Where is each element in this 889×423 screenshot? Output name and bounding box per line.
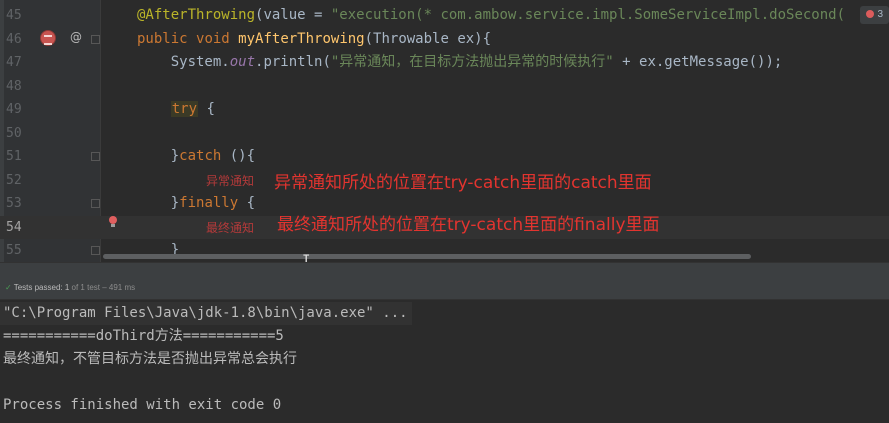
console-line: Process finished with exit code 0 — [3, 397, 282, 413]
line-number: 51 — [6, 149, 22, 164]
code-text[interactable]: }finally { — [137, 192, 255, 216]
code-token: (Throwable ex){ — [364, 30, 492, 47]
code-token: "execution(* com.ambow.service.impl.Some… — [330, 7, 846, 23]
test-status-bar: ✓ Tests passed: 1 of 1 test – 491 ms — [0, 276, 889, 300]
code-token: (value = — [255, 7, 331, 23]
horizontal-scrollbar[interactable] — [103, 254, 751, 259]
code-line[interactable]: 47 System.out.println("异常通知，在目标方法抛出异常的时候… — [0, 51, 889, 75]
code-line[interactable]: 49 try { — [0, 98, 889, 122]
code-token: } — [137, 195, 180, 211]
console-line: ===========doThird方法===========5 — [3, 328, 284, 344]
line-number: 48 — [6, 78, 22, 94]
line-number: 50 — [6, 125, 22, 141]
fold-marker-icon[interactable] — [91, 152, 100, 161]
code-token: public — [137, 30, 197, 47]
code-token: finally — [179, 195, 239, 211]
fold-marker-icon[interactable] — [91, 246, 100, 255]
inspection-widget[interactable]: 3 — [860, 6, 889, 24]
code-token: catch — [179, 148, 222, 164]
finally-note: 最终通知所处的位置在try-catch里面的finally里面 — [277, 215, 660, 235]
error-icon — [866, 10, 875, 18]
text-cursor-icon: I — [302, 253, 311, 262]
line-number: 47 — [6, 55, 22, 70]
code-token: .println( — [255, 54, 331, 70]
code-token: System. — [137, 54, 230, 70]
code-text[interactable]: try { — [137, 98, 215, 122]
code-editor[interactable]: 45 @AfterThrowing(value = "execution(* co… — [0, 0, 889, 262]
code-line[interactable]: 51 }catch (){ — [0, 145, 889, 169]
overriding-method-icon[interactable] — [40, 30, 56, 46]
code-token: "异常通知，在目标方法抛出异常的时候执行" — [330, 54, 614, 70]
test-status-label: Tests passed: 1 — [13, 283, 70, 292]
code-token: + ex.getMessage()); — [613, 54, 783, 70]
code-token: out — [229, 54, 256, 70]
annotation-marker-icon[interactable]: @ — [70, 30, 82, 44]
check-icon: ✓ — [5, 283, 12, 292]
inspection-count: 3 — [877, 9, 883, 20]
fold-marker-icon[interactable] — [91, 34, 100, 44]
code-token: { — [198, 101, 215, 117]
code-token: } — [137, 148, 180, 164]
console-line: "C:\Program Files\Java\jdk-1.8\bin\java.… — [3, 305, 408, 321]
line-number: 55 — [6, 243, 22, 258]
line-number: 54 — [6, 219, 22, 235]
panel-divider[interactable] — [0, 262, 889, 277]
code-line[interactable]: 50 — [0, 122, 889, 146]
code-token: myAfterThrowing — [238, 30, 365, 47]
line-number: 49 — [6, 102, 22, 117]
fold-marker-icon[interactable] — [91, 199, 100, 208]
catch-tag: 异常通知 — [206, 174, 255, 188]
finally-tag: 最终通知 — [206, 221, 255, 235]
code-text[interactable]: public void myAfterThrowing(Throwable ex… — [137, 28, 491, 52]
code-token: @AfterThrowing — [137, 7, 256, 23]
code-line[interactable]: 45 @AfterThrowing(value = "execution(* co… — [0, 4, 889, 28]
test-status-detail: of 1 test – 491 ms — [71, 283, 136, 292]
code-text[interactable]: System.out.println("异常通知，在目标方法抛出异常的时候执行"… — [137, 51, 783, 75]
code-token: try — [170, 101, 199, 117]
code-token: (){ — [221, 148, 256, 164]
run-console[interactable]: "C:\Program Files\Java\jdk-1.8\bin\java.… — [0, 300, 889, 423]
code-line[interactable]: 48 — [0, 75, 889, 99]
code-text[interactable]: @AfterThrowing(value = "execution(* com.… — [137, 4, 845, 28]
code-token: { — [238, 195, 256, 211]
error-bulb-icon[interactable] — [109, 216, 117, 227]
line-number: 46 — [6, 31, 22, 47]
code-line[interactable]: 46 public void myAfterThrowing(Throwable … — [0, 28, 889, 52]
line-number: 45 — [6, 8, 22, 23]
console-line: 最终通知，不管目标方法是否抛出异常总会执行 — [3, 351, 297, 367]
line-number: 53 — [6, 196, 22, 211]
code-token: void — [196, 30, 239, 47]
code-text[interactable]: }catch (){ — [137, 145, 255, 169]
line-number: 52 — [6, 172, 22, 188]
catch-note: 异常通知所处的位置在try-catch里面的catch里面 — [274, 173, 652, 193]
